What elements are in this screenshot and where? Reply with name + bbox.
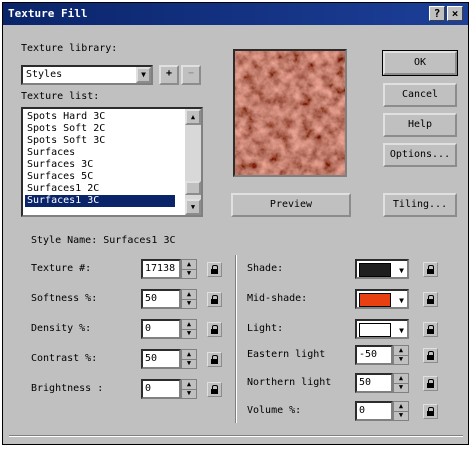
lock-icon[interactable] xyxy=(423,322,438,337)
light-param-value-field[interactable]: -50 xyxy=(355,345,393,365)
lock-icon[interactable] xyxy=(423,292,438,307)
lock-icon[interactable] xyxy=(423,404,438,419)
bottom-divider xyxy=(9,435,463,437)
spin-buttons[interactable]: ▲ ▼ xyxy=(181,379,197,399)
spin-down-icon[interactable]: ▼ xyxy=(182,389,196,398)
texture-library-dropdown[interactable]: Styles ▼ xyxy=(21,65,153,85)
spin-down-icon[interactable]: ▼ xyxy=(394,411,408,420)
color-swatch xyxy=(359,293,391,307)
window-title: Texture Fill xyxy=(8,7,88,20)
color-label: Mid-shade: xyxy=(247,293,308,304)
spin-buttons[interactable]: ▲ ▼ xyxy=(181,319,197,339)
texture-list-item[interactable]: Surfaces1 2C xyxy=(25,183,175,195)
color-picker-dropdown[interactable]: ▼ xyxy=(355,259,409,279)
close-button[interactable]: × xyxy=(447,6,463,21)
chevron-down-icon: ▼ xyxy=(399,326,404,335)
list-scrollbar[interactable]: ▲ ▼ xyxy=(185,109,201,215)
spin-buttons[interactable]: ▲ ▼ xyxy=(393,373,409,393)
texture-fill-dialog: Texture Fill ? × Texture library: Styles… xyxy=(2,2,469,445)
spin-down-icon[interactable]: ▼ xyxy=(182,299,196,308)
texture-list-items: Spots Hard 3C Spots Soft 2C Spots Soft 3C S… xyxy=(25,111,175,207)
color-picker-dropdown[interactable]: ▼ xyxy=(355,289,409,309)
lock-icon[interactable] xyxy=(207,292,222,307)
spin-buttons[interactable]: ▲ ▼ xyxy=(181,349,197,369)
scroll-down-icon[interactable]: ▼ xyxy=(185,199,201,215)
remove-library-button[interactable]: − xyxy=(181,65,201,85)
spin-down-icon[interactable]: ▼ xyxy=(182,359,196,368)
tiling-button[interactable]: Tiling... xyxy=(383,193,457,217)
color-swatch xyxy=(359,323,391,337)
scroll-thumb[interactable] xyxy=(185,181,201,195)
texture-list-item[interactable]: Surfaces 5C xyxy=(25,171,175,183)
light-param-label: Eastern light xyxy=(247,349,326,360)
spin-buttons[interactable]: ▲ ▼ xyxy=(181,289,197,309)
texture-library-value: Styles xyxy=(26,69,63,80)
param-value-field[interactable]: 0 xyxy=(141,319,181,339)
texture-preview xyxy=(233,49,347,177)
param-label: Texture #: xyxy=(31,263,92,274)
param-value-field[interactable]: 17138 xyxy=(141,259,181,279)
help-question-button[interactable]: ? xyxy=(429,6,445,21)
color-swatch xyxy=(359,263,391,277)
chevron-down-icon: ▼ xyxy=(136,67,151,83)
spin-down-icon[interactable]: ▼ xyxy=(394,355,408,364)
param-label: Density %: xyxy=(31,323,92,334)
scroll-up-icon[interactable]: ▲ xyxy=(185,109,201,125)
title-bar: Texture Fill ? × xyxy=(3,3,468,25)
lock-icon[interactable] xyxy=(207,322,222,337)
color-label: Shade: xyxy=(247,263,284,274)
options-button[interactable]: Options... xyxy=(383,143,457,167)
cancel-button[interactable]: Cancel xyxy=(383,83,457,107)
texture-list-item[interactable]: Spots Hard 3C xyxy=(25,111,175,123)
lock-icon[interactable] xyxy=(423,348,438,363)
chevron-down-icon: ▼ xyxy=(399,296,404,305)
param-label: Brightness : xyxy=(31,383,104,394)
color-picker-dropdown[interactable]: ▼ xyxy=(355,319,409,339)
lock-icon[interactable] xyxy=(207,382,222,397)
lock-icon[interactable] xyxy=(423,262,438,277)
light-param-value-field[interactable]: 0 xyxy=(355,401,393,421)
light-param-label: Northern light xyxy=(247,377,332,388)
texture-list-label: Texture list: xyxy=(21,91,100,102)
spin-buttons[interactable]: ▲ ▼ xyxy=(393,401,409,421)
texture-list-item[interactable]: Spots Soft 3C xyxy=(25,135,175,147)
texture-list-item[interactable]: Surfaces 3C xyxy=(25,159,175,171)
texture-preview-image xyxy=(235,51,345,175)
texture-listbox[interactable]: Spots Hard 3C Spots Soft 2C Spots Soft 3C S… xyxy=(21,107,203,217)
texture-list-item[interactable]: Surfaces xyxy=(25,147,175,159)
param-label: Contrast %: xyxy=(31,353,98,364)
light-param-label: Volume %: xyxy=(247,405,302,416)
lock-icon[interactable] xyxy=(207,352,222,367)
spin-buttons[interactable]: ▲ ▼ xyxy=(393,345,409,365)
spin-down-icon[interactable]: ▼ xyxy=(182,269,196,278)
spin-buttons[interactable]: ▲ ▼ xyxy=(181,259,197,279)
param-value-field[interactable]: 50 xyxy=(141,289,181,309)
texture-list-item[interactable]: Surfaces1 3C xyxy=(25,195,175,207)
lock-icon[interactable] xyxy=(423,376,438,391)
add-library-button[interactable]: + xyxy=(159,65,179,85)
param-value-field[interactable]: 0 xyxy=(141,379,181,399)
texture-list-item[interactable]: Spots Soft 2C xyxy=(25,123,175,135)
ok-button[interactable]: OK xyxy=(382,50,458,76)
param-value-field[interactable]: 50 xyxy=(141,349,181,369)
chevron-down-icon: ▼ xyxy=(399,266,404,275)
texture-library-label: Texture library: xyxy=(21,43,118,54)
help-button[interactable]: Help xyxy=(383,113,457,137)
spin-down-icon[interactable]: ▼ xyxy=(182,329,196,338)
param-label: Softness %: xyxy=(31,293,98,304)
style-name-label: Style Name: Surfaces1 3C xyxy=(31,235,176,246)
lock-icon[interactable] xyxy=(207,262,222,277)
vertical-divider xyxy=(235,255,237,423)
spin-down-icon[interactable]: ▼ xyxy=(394,383,408,392)
preview-button[interactable]: Preview xyxy=(231,193,351,217)
color-label: Light: xyxy=(247,323,284,334)
light-param-value-field[interactable]: 50 xyxy=(355,373,393,393)
